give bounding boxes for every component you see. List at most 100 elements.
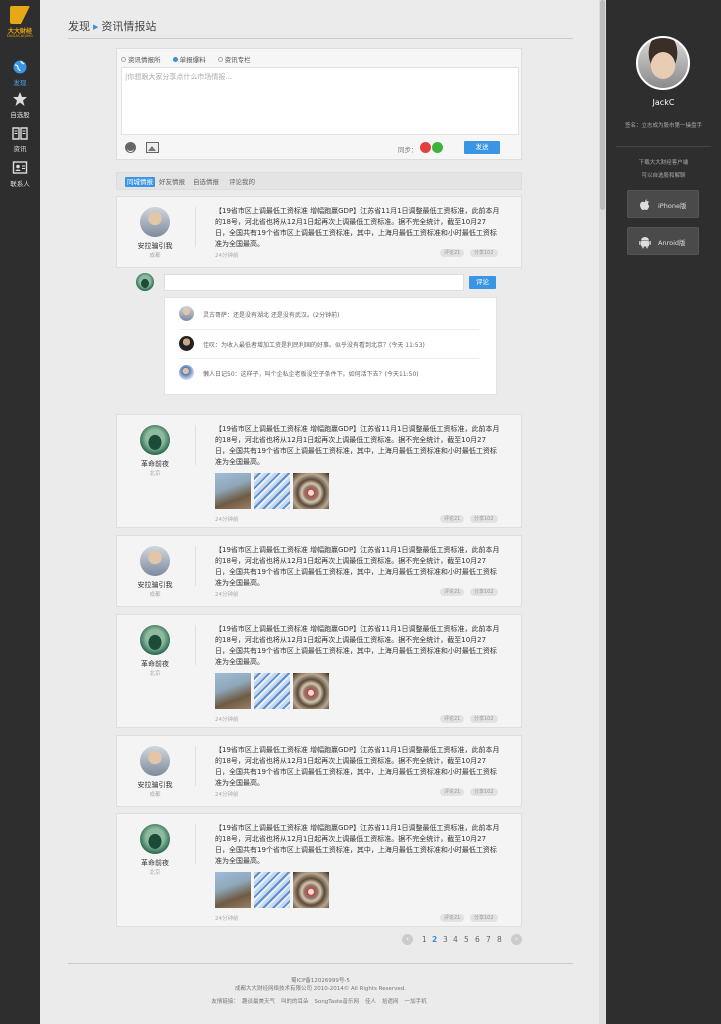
radio-icon: [121, 57, 126, 62]
next-page-button[interactable]: ›: [511, 934, 522, 945]
post-username[interactable]: 革命前夜: [117, 459, 193, 469]
post-thumbnail[interactable]: [254, 673, 290, 709]
comment-count-button[interactable]: 评论21: [440, 515, 465, 523]
comment-count-button[interactable]: 评论21: [440, 914, 465, 922]
composer-tab-label: 资讯专栏: [224, 56, 251, 64]
avatar[interactable]: [140, 625, 170, 655]
share-count-button[interactable]: 分享102: [470, 914, 498, 922]
page-link[interactable]: 3: [443, 934, 448, 945]
scrollbar[interactable]: [599, 0, 606, 1024]
nav-label: 发现: [13, 79, 27, 87]
footer-link[interactable]: 佳人: [365, 999, 376, 1005]
divider: [195, 425, 196, 465]
download-text: 可以自选股和解聊: [641, 173, 686, 179]
page-link[interactable]: 7: [486, 934, 491, 945]
post-location: 北京: [149, 471, 161, 477]
scrollbar-thumb[interactable]: [600, 0, 605, 210]
avatar[interactable]: [140, 425, 170, 455]
post-thumbnail[interactable]: [254, 473, 290, 509]
breadcrumb-root[interactable]: 发现: [68, 20, 90, 33]
emoji-icon[interactable]: [125, 142, 136, 153]
composer-tab[interactable]: 资讯情报所: [121, 54, 161, 64]
weibo-icon[interactable]: [420, 142, 431, 153]
brand-logo[interactable]: 大大财经 DADACAIJING: [4, 6, 36, 42]
android-icon: [639, 237, 651, 249]
share-count-button[interactable]: 分享102: [470, 249, 498, 257]
composer-textarea[interactable]: |你想跟大家分享点什么市场情报...: [121, 67, 519, 135]
page-link[interactable]: 5: [464, 934, 469, 945]
post-thumbnail[interactable]: [293, 473, 329, 509]
comment-count-button[interactable]: 评论21: [440, 788, 465, 796]
composer-tab[interactable]: 单报爆料: [172, 54, 206, 64]
post-username[interactable]: 安拉骗引我: [117, 780, 193, 790]
avatar[interactable]: [140, 746, 170, 776]
footer-copyright: 成都大大财经网络技术有限公司 2010-2014© All Rights Res…: [235, 986, 406, 992]
profile-name[interactable]: JackC: [606, 98, 721, 107]
sync-label: 同步：: [398, 146, 418, 154]
comment-count-button[interactable]: 评论21: [440, 715, 465, 723]
page-link[interactable]: 8: [497, 934, 502, 945]
composer-tab[interactable]: 资讯专栏: [217, 54, 251, 64]
page-link[interactable]: 6: [475, 934, 480, 945]
comment-input[interactable]: [164, 274, 464, 291]
comment-count-button[interactable]: 评论21: [440, 588, 465, 596]
prev-page-button[interactable]: ‹: [402, 934, 413, 945]
avatar[interactable]: [140, 546, 170, 576]
nav-item-discover[interactable]: 发现: [0, 56, 40, 90]
star-icon: [13, 92, 27, 106]
nav-item-news[interactable]: 资讯: [0, 122, 40, 156]
post-thumbnail[interactable]: [215, 673, 251, 709]
avatar[interactable]: [140, 824, 170, 854]
tab-watchlist[interactable]: 自选情报: [191, 177, 221, 187]
page-link-current[interactable]: 2: [432, 934, 437, 945]
iphone-download-button[interactable]: iPhone版: [627, 190, 699, 218]
feed-post: 革命前夜 北京 【19省市区上调最低工资标准 增幅跑赢GDP】江苏省11月1日调整最…: [116, 813, 522, 927]
footer-link[interactable]: 拾遗网: [382, 999, 399, 1005]
footer-link[interactable]: 趣谈最美天气: [242, 999, 275, 1005]
wechat-icon[interactable]: [432, 142, 443, 153]
tab-local[interactable]: 同城情报: [125, 177, 155, 187]
post-time: 24分钟前: [215, 517, 239, 523]
divider: [195, 824, 196, 864]
breadcrumb: 发现 ▶ 资讯情报站: [68, 18, 156, 34]
profile-avatar[interactable]: [636, 36, 690, 90]
post-username[interactable]: 革命前夜: [117, 858, 193, 868]
post-location: 成都: [149, 592, 161, 598]
comment-count-button[interactable]: 评论21: [440, 249, 465, 257]
comment-item: 懒人日记50：这样子，叫个企私企老板没空子条件下。如何活下去？(今天11:50): [179, 360, 479, 386]
nav-item-contacts[interactable]: 联系人: [0, 157, 40, 191]
post-location: 成都: [149, 253, 161, 259]
post-username[interactable]: 革命前夜: [117, 659, 193, 669]
footer-link[interactable]: SongTaste音乐网: [314, 999, 359, 1005]
post-thumbnail[interactable]: [215, 872, 251, 908]
share-count-button[interactable]: 分享102: [470, 715, 498, 723]
share-count-button[interactable]: 分享102: [470, 515, 498, 523]
profile-signature: 签名：立志成为股市第一操盘手: [624, 123, 702, 129]
post-thumbnail[interactable]: [293, 673, 329, 709]
share-count-button[interactable]: 分享102: [470, 588, 498, 596]
post-thumbnail[interactable]: [215, 473, 251, 509]
comment-list: 灵古哥萨：还是没有湖北 还是没有武汉。(2分钟前) 佳叹：为收入最低者增加工资是…: [164, 297, 497, 395]
comment-button[interactable]: 评论: [469, 276, 496, 289]
post-thumbnail[interactable]: [293, 872, 329, 908]
post-composer: 资讯情报所 单报爆料 资讯专栏 |你想跟大家分享点什么市场情报... 同步： 发…: [116, 48, 522, 160]
share-count-button[interactable]: 分享102: [470, 788, 498, 796]
footer-link[interactable]: 一加手机: [405, 999, 427, 1005]
page-link[interactable]: 4: [453, 934, 458, 945]
post-thumbnail[interactable]: [254, 872, 290, 908]
footer-link[interactable]: 叫的的耳朵: [281, 999, 309, 1005]
nav-label: 自选股: [10, 111, 30, 119]
post-username[interactable]: 安拉骗引我: [117, 580, 193, 590]
android-download-button[interactable]: Anroid版: [627, 227, 699, 255]
apple-icon: [640, 199, 650, 210]
composer-footer: 同步： 发送: [121, 141, 519, 155]
avatar[interactable]: [140, 207, 170, 237]
tab-friends[interactable]: 好友情报: [157, 177, 187, 187]
page-link[interactable]: 1: [422, 934, 427, 945]
send-button[interactable]: 发送: [464, 141, 500, 154]
post-location: 成都: [149, 792, 161, 798]
tab-comments[interactable]: 评论我的: [227, 177, 257, 187]
nav-item-watchlist[interactable]: 自选股: [0, 88, 40, 122]
image-upload-icon[interactable]: [146, 142, 159, 153]
post-username[interactable]: 安拉骗引我: [117, 241, 193, 251]
